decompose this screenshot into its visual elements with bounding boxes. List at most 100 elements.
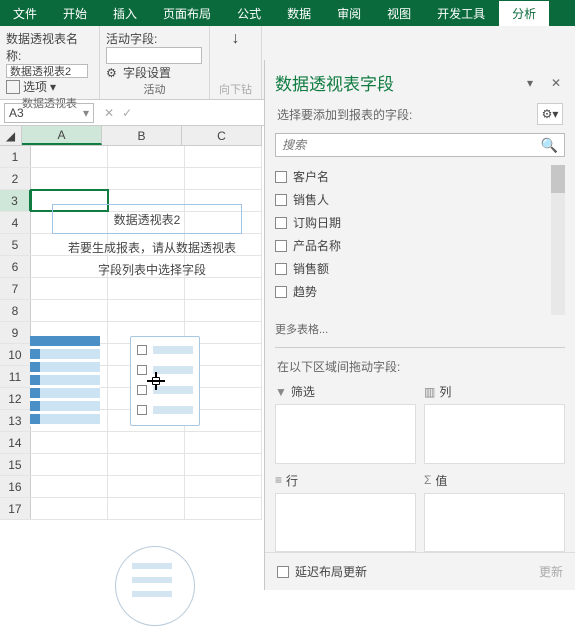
pivot-placeholder-box: 数据透视表2 <box>52 204 242 234</box>
cell[interactable] <box>185 432 262 453</box>
more-tables-link[interactable]: 更多表格... <box>275 321 565 337</box>
worksheet-grid[interactable]: ◢ ABC 1234567891011121314151617 数据透视表2 若… <box>0 126 262 520</box>
field-search[interactable]: 🔍 <box>275 133 565 157</box>
search-icon: 🔍 <box>541 137 558 154</box>
row-header[interactable]: 3 <box>0 190 31 211</box>
cell[interactable] <box>108 454 185 475</box>
cell[interactable] <box>108 432 185 453</box>
ptname-input[interactable] <box>6 64 88 78</box>
row-header[interactable]: 16 <box>0 476 31 497</box>
cell[interactable] <box>185 498 262 519</box>
row-header[interactable]: 5 <box>0 234 31 255</box>
group-activefield: 活动 <box>106 81 203 97</box>
options-button[interactable]: 选项▾ <box>6 78 93 95</box>
tab-开发工具[interactable]: 开发工具 <box>424 0 498 26</box>
drilldown-button[interactable]: 向下钻 <box>219 81 252 97</box>
cell[interactable] <box>185 146 262 167</box>
tab-分析[interactable]: 分析 <box>498 0 550 26</box>
field-checkbox[interactable] <box>275 194 287 206</box>
cell[interactable] <box>185 476 262 497</box>
field-checkbox[interactable] <box>275 286 287 298</box>
fieldsettings-button[interactable]: ⚙字段设置 <box>106 64 203 81</box>
cell[interactable] <box>108 476 185 497</box>
cell[interactable] <box>31 146 108 167</box>
cell[interactable] <box>31 432 108 453</box>
row-header[interactable]: 12 <box>0 388 31 409</box>
zone-rows[interactable] <box>275 493 416 553</box>
row-header[interactable]: 1 <box>0 146 31 167</box>
row-header[interactable]: 13 <box>0 410 31 431</box>
field-checkbox[interactable] <box>275 240 287 252</box>
update-button[interactable]: 更新 <box>539 563 563 580</box>
ptname-label: 数据透视表名称: <box>6 30 93 64</box>
fx-ok[interactable]: ✓ <box>122 106 132 120</box>
defer-checkbox[interactable] <box>277 566 289 578</box>
pivot-illustration <box>30 336 200 426</box>
defer-label: 延迟布局更新 <box>295 563 367 580</box>
select-all-triangle[interactable]: ◢ <box>0 126 22 145</box>
field-item[interactable]: 订购日期 <box>275 211 565 234</box>
tab-审阅[interactable]: 审阅 <box>324 0 374 26</box>
zone-cols-header: ▥ 列 <box>424 383 565 404</box>
cell[interactable] <box>108 146 185 167</box>
row-header[interactable]: 6 <box>0 256 31 277</box>
col-header[interactable]: B <box>102 126 182 145</box>
row-header[interactable]: 10 <box>0 344 31 365</box>
field-item[interactable]: 销售额 <box>275 257 565 280</box>
zone-vals[interactable] <box>424 493 565 553</box>
zone-filter[interactable] <box>275 404 416 464</box>
tab-数据[interactable]: 数据 <box>274 0 324 26</box>
cell[interactable] <box>31 454 108 475</box>
pivot-hint: 若要生成报表，请从数据透视表字段列表中选择字段 <box>42 238 262 281</box>
field-item[interactable]: 产品名称 <box>275 234 565 257</box>
pane-close-icon[interactable]: ✕ <box>547 74 565 92</box>
field-checkbox[interactable] <box>275 263 287 275</box>
field-item[interactable]: 趋势 <box>275 280 565 303</box>
row-header[interactable]: 8 <box>0 300 31 321</box>
tab-视图[interactable]: 视图 <box>374 0 424 26</box>
activefield-input[interactable] <box>106 47 202 64</box>
fx-cancel[interactable]: ✕ <box>104 106 114 120</box>
name-box[interactable]: A3▾ <box>4 103 94 123</box>
field-checkbox[interactable] <box>275 171 287 183</box>
cell[interactable] <box>31 476 108 497</box>
cell[interactable] <box>108 300 185 321</box>
tab-插入[interactable]: 插入 <box>100 0 150 26</box>
row-header[interactable]: 9 <box>0 322 31 343</box>
row-header[interactable]: 7 <box>0 278 31 299</box>
col-header[interactable]: A <box>22 126 102 145</box>
field-search-input[interactable] <box>282 138 541 152</box>
pane-subtitle: 选择要添加到报表的字段: <box>277 106 537 123</box>
gear-icon: ⚙ <box>106 66 120 80</box>
row-header[interactable]: 11 <box>0 366 31 387</box>
field-scrollbar[interactable] <box>551 165 565 315</box>
field-item[interactable]: 销售人 <box>275 188 565 211</box>
row-header[interactable]: 17 <box>0 498 31 519</box>
cell[interactable] <box>185 454 262 475</box>
row-header[interactable]: 14 <box>0 432 31 453</box>
pane-dropdown-icon[interactable]: ▾ <box>521 74 539 92</box>
tab-开始[interactable]: 开始 <box>50 0 100 26</box>
row-header[interactable]: 2 <box>0 168 31 189</box>
field-checkbox[interactable] <box>275 217 287 229</box>
cell[interactable] <box>108 498 185 519</box>
pane-settings-button[interactable]: ⚙▾ <box>537 103 563 125</box>
ribbon-tabs: 文件开始插入页面布局公式数据审阅视图开发工具分析 <box>0 0 575 26</box>
cell[interactable] <box>185 168 262 189</box>
col-header[interactable]: C <box>182 126 262 145</box>
zone-instructions: 在以下区域间拖动字段: <box>265 358 575 383</box>
row-header[interactable]: 15 <box>0 454 31 475</box>
cell[interactable] <box>108 168 185 189</box>
field-item[interactable]: 客户名 <box>275 165 565 188</box>
tab-公式[interactable]: 公式 <box>224 0 274 26</box>
tab-页面布局[interactable]: 页面布局 <box>150 0 224 26</box>
cell[interactable] <box>185 300 262 321</box>
cell[interactable] <box>31 300 108 321</box>
zone-vals-header: Σ 值 <box>424 472 565 493</box>
tab-文件[interactable]: 文件 <box>0 0 50 26</box>
cell[interactable] <box>31 168 108 189</box>
zone-cols[interactable] <box>424 404 565 464</box>
cell[interactable] <box>31 498 108 519</box>
row-header[interactable]: 4 <box>0 212 31 233</box>
zone-filter-header: ▼ 筛选 <box>275 383 416 404</box>
